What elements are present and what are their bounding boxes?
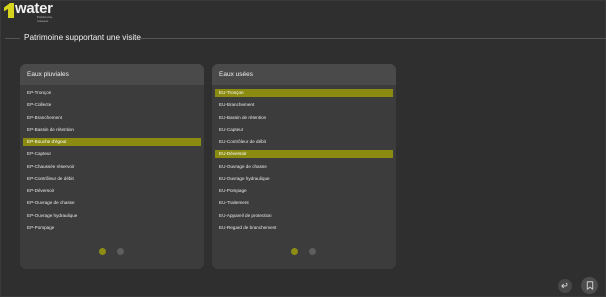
undo-arrow-icon: [561, 282, 568, 289]
list-item[interactable]: EU-Traitement: [215, 199, 393, 207]
list-item[interactable]: EP-Chaussée réservoir: [23, 163, 201, 171]
list-item[interactable]: EP-Bouche d'égout: [23, 138, 201, 146]
list-item[interactable]: EU-Ouvrage hydraulique: [215, 175, 393, 183]
card-eaux-pluviales: Eaux pluviales EP-Tronçon EP-Collecte EP…: [20, 64, 204, 269]
list-item[interactable]: EU-Regard de branchement: [215, 224, 393, 232]
list-item[interactable]: EU-Appareil de protection: [215, 212, 393, 220]
list-item[interactable]: EP-Tronçon: [23, 89, 201, 97]
list-item[interactable]: EP-Collecte: [23, 101, 201, 109]
item-list: EP-Tronçon EP-Collecte EP-Branchement EP…: [23, 89, 201, 236]
list-item[interactable]: EP-Branchement: [23, 114, 201, 122]
brand-tagline: Patrimoine réseaux: [37, 15, 53, 23]
logo-mark-icon: [4, 3, 14, 18]
list-item[interactable]: EP-Ouvrage hydraulique: [23, 212, 201, 220]
item-list: EU-Tronçon EU-Branchement EU-Bassin de r…: [215, 89, 393, 236]
list-item[interactable]: EP-Bassin de rétention: [23, 126, 201, 134]
list-item[interactable]: EP-Déversoir: [23, 187, 201, 195]
card-title: Eaux pluviales: [20, 64, 204, 85]
list-item[interactable]: EU-Tronçon: [215, 89, 393, 97]
section-divider-right: [141, 38, 606, 39]
list-item[interactable]: EU-Pompage: [215, 187, 393, 195]
list-item[interactable]: EU-Déversoir: [215, 150, 393, 159]
card-eaux-usees: Eaux usées EU-Tronçon EU-Branchement EU-…: [212, 64, 396, 269]
list-item[interactable]: EU-Capteur: [215, 126, 393, 134]
pagination-dots: [20, 248, 204, 256]
card-title: Eaux usées: [212, 64, 396, 85]
list-item[interactable]: EU-Branchement: [215, 101, 393, 109]
list-item[interactable]: EU-Ouvrage de chasse: [215, 163, 393, 171]
list-item[interactable]: EP-Contrôleur de débit: [23, 175, 201, 183]
list-item[interactable]: EP-Ouvrage de chasse: [23, 199, 201, 207]
section-title: Patrimoine supportant une visite: [24, 33, 141, 42]
page-dot-1[interactable]: [99, 248, 106, 255]
app-window: water Patrimoine réseaux Patrimoine supp…: [0, 0, 606, 297]
page-dot-2[interactable]: [309, 248, 316, 255]
back-button[interactable]: [558, 279, 572, 293]
section-divider-left: [5, 38, 20, 39]
list-item[interactable]: EP-Pompage: [23, 224, 201, 232]
bookmark-button[interactable]: [581, 277, 598, 294]
brand-logo: water Patrimoine réseaux: [4, 0, 60, 23]
page-dot-1[interactable]: [291, 248, 298, 255]
pagination-dots: [212, 248, 396, 256]
bookmark-icon: [586, 281, 593, 290]
list-item[interactable]: EU-Bassin de rétention: [215, 114, 393, 122]
list-item[interactable]: EU-Contrôleur de débit: [215, 138, 393, 146]
page-dot-2[interactable]: [117, 248, 124, 255]
list-item[interactable]: EP-Capteur: [23, 150, 201, 158]
